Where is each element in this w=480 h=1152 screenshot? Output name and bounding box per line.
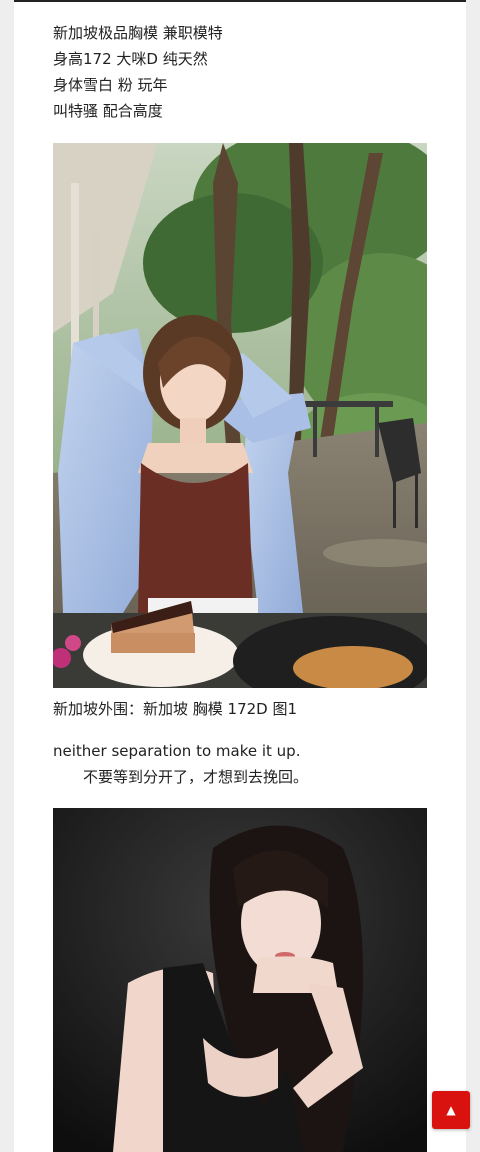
article-photo-2[interactable] bbox=[53, 808, 427, 1152]
photo-caption: 新加坡外围：新加坡 胸模 172D 图1 bbox=[53, 700, 298, 718]
intro-line: 身体雪白 粉 玩年 bbox=[53, 76, 168, 94]
intro-text: 新加坡极品胸模 兼职模特 身高172 大咪D 纯天然 身体雪白 粉 玩年 叫特骚… bbox=[53, 20, 433, 124]
photo-woman-outdoor-cafe bbox=[53, 143, 427, 688]
page: 新加坡极品胸模 兼职模特 身高172 大咪D 纯天然 身体雪白 粉 玩年 叫特骚… bbox=[0, 0, 480, 1152]
photo-woman-dark-background bbox=[53, 808, 427, 1152]
intro-line: 新加坡极品胸模 兼职模特 bbox=[53, 24, 223, 42]
article-body: 新加坡极品胸模 兼职模特 身高172 大咪D 纯天然 身体雪白 粉 玩年 叫特骚… bbox=[14, 0, 466, 1152]
header-edge bbox=[14, 0, 466, 2]
intro-line: 叫特骚 配合高度 bbox=[53, 102, 163, 120]
scroll-to-top-button[interactable]: ▲ bbox=[432, 1091, 470, 1129]
intro-line: 身高172 大咪D 纯天然 bbox=[53, 50, 208, 68]
quote-chinese: 不要等到分开了，才想到去挽回。 bbox=[83, 768, 309, 786]
article-photo-1[interactable] bbox=[53, 143, 427, 688]
quote-block: neither separation to make it up. 不要等到分开… bbox=[53, 738, 308, 790]
quote-english: neither separation to make it up. bbox=[53, 742, 301, 760]
chevron-up-icon: ▲ bbox=[446, 1103, 456, 1117]
